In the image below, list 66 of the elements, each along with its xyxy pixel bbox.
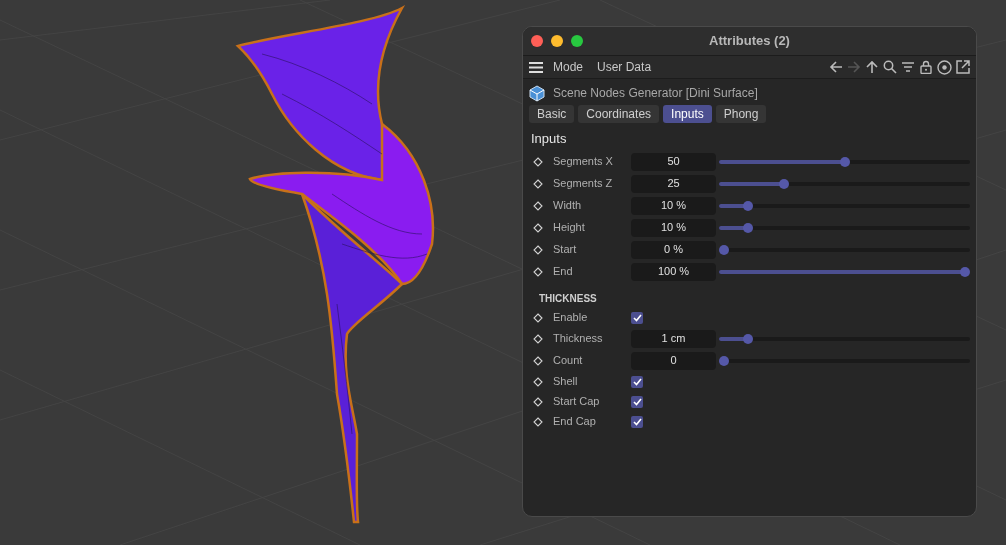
close-button[interactable] bbox=[531, 35, 543, 47]
slider-thumb[interactable] bbox=[779, 178, 790, 189]
filter-icon[interactable] bbox=[901, 60, 915, 74]
window-title: Attributes (2) bbox=[708, 32, 791, 51]
slider-thumb[interactable] bbox=[839, 156, 850, 167]
number-field[interactable]: 50 bbox=[631, 152, 716, 171]
field-label: Segments X bbox=[553, 154, 614, 170]
keyframe-diamond-icon[interactable] bbox=[533, 266, 543, 277]
keyframe-diamond-icon[interactable] bbox=[533, 222, 543, 233]
field-label: Start Cap bbox=[553, 394, 601, 410]
search-icon[interactable] bbox=[883, 60, 897, 74]
checkbox[interactable] bbox=[631, 415, 643, 428]
object-name: Scene Nodes Generator [Dini Surface] bbox=[553, 85, 758, 102]
slider-thumb[interactable] bbox=[719, 244, 729, 255]
keyframe-diamond-icon[interactable] bbox=[533, 396, 543, 407]
number-field[interactable]: 100 % bbox=[631, 262, 716, 281]
checkbox[interactable] bbox=[631, 375, 643, 388]
tab[interactable]: Coordinates bbox=[578, 105, 660, 123]
keyframe-diamond-icon[interactable] bbox=[533, 376, 543, 387]
number-field[interactable]: 1 cm bbox=[631, 329, 716, 348]
external-link-icon[interactable] bbox=[956, 60, 970, 74]
back-arrow-icon[interactable] bbox=[829, 60, 843, 74]
field-label: Thickness bbox=[553, 331, 604, 347]
number-field[interactable]: 25 bbox=[631, 174, 716, 193]
slider-thumb[interactable] bbox=[743, 200, 754, 211]
field-label: Shell bbox=[553, 374, 579, 390]
keyframe-diamond-icon[interactable] bbox=[533, 355, 543, 366]
number-field[interactable]: 10 % bbox=[631, 196, 716, 215]
target-icon[interactable] bbox=[937, 59, 952, 75]
field-label: Segments Z bbox=[553, 176, 614, 192]
keyframe-diamond-icon[interactable] bbox=[533, 244, 543, 255]
field-label: Enable bbox=[553, 310, 589, 326]
keyframe-diamond-icon[interactable] bbox=[533, 333, 543, 344]
checkbox[interactable] bbox=[631, 395, 643, 408]
section-heading: Inputs bbox=[530, 130, 568, 148]
keyframe-diamond-icon[interactable] bbox=[533, 312, 543, 323]
lock-icon[interactable] bbox=[919, 60, 933, 74]
keyframe-diamond-icon[interactable] bbox=[533, 200, 543, 211]
slider-thumb[interactable] bbox=[743, 333, 754, 344]
tab[interactable]: Basic bbox=[529, 105, 575, 123]
menu-item[interactable]: User Data bbox=[597, 58, 652, 76]
slider-thumb[interactable] bbox=[719, 355, 729, 366]
number-field[interactable]: 10 % bbox=[631, 218, 716, 237]
field-label: Width bbox=[553, 198, 583, 214]
menu-icon[interactable] bbox=[529, 61, 543, 73]
menu-item[interactable]: Mode bbox=[553, 58, 584, 76]
checkbox[interactable] bbox=[631, 311, 643, 324]
keyframe-diamond-icon[interactable] bbox=[533, 178, 543, 189]
field-label: Count bbox=[553, 353, 584, 369]
slider-thumb[interactable] bbox=[743, 222, 754, 233]
slider-thumb[interactable] bbox=[960, 266, 970, 277]
group-heading: THICKNESS bbox=[538, 291, 598, 306]
zoom-button[interactable] bbox=[571, 35, 583, 47]
keyframe-diamond-icon[interactable] bbox=[533, 156, 543, 167]
field-label: Start bbox=[553, 242, 578, 258]
cube-icon bbox=[529, 84, 545, 102]
field-label: End bbox=[553, 264, 574, 280]
keyframe-diamond-icon[interactable] bbox=[533, 416, 543, 427]
field-label: Height bbox=[553, 220, 586, 236]
tab[interactable]: Inputs bbox=[663, 105, 712, 123]
number-field[interactable]: 0 % bbox=[631, 240, 716, 259]
number-field[interactable]: 0 bbox=[631, 351, 716, 370]
up-arrow-icon[interactable] bbox=[865, 60, 879, 74]
tab[interactable]: Phong bbox=[715, 105, 767, 123]
minimize-button[interactable] bbox=[551, 35, 563, 47]
field-label: End Cap bbox=[553, 414, 597, 430]
